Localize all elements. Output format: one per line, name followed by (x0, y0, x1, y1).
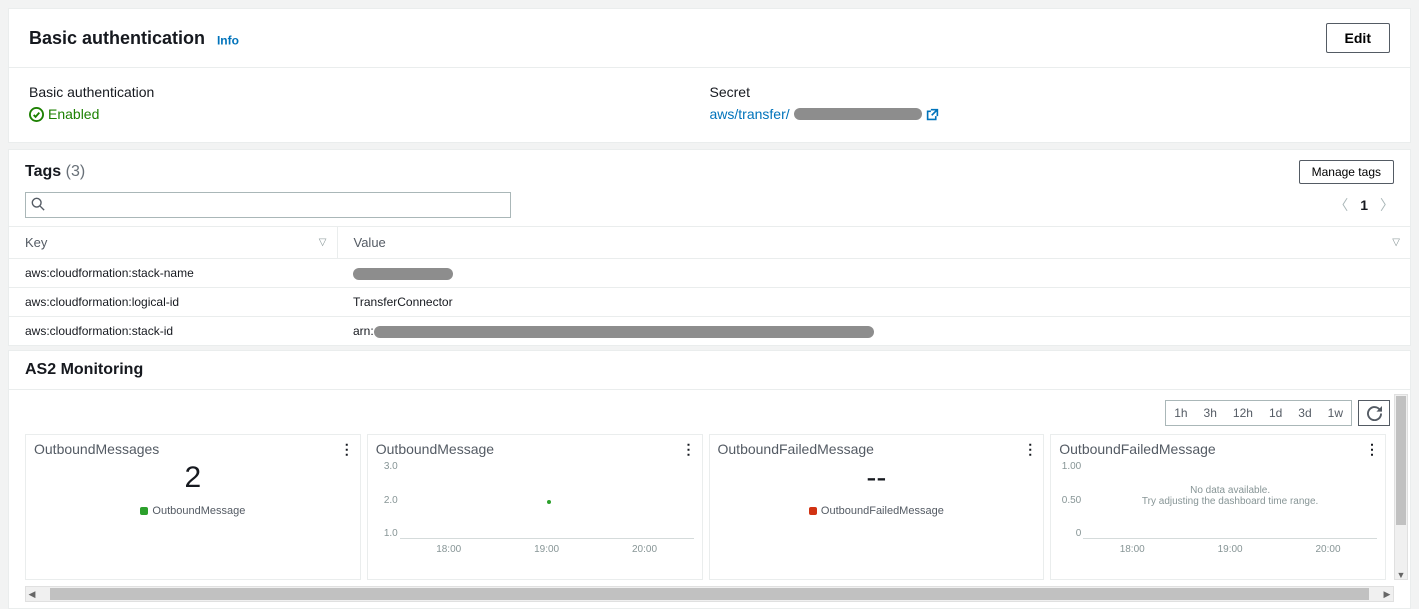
legend-label: OutboundMessage (152, 505, 245, 517)
scroll-right-icon[interactable]: ▶ (1381, 589, 1393, 600)
time-range-1d[interactable]: 1d (1261, 401, 1290, 425)
monitoring-toolbar: 1h3h12h1d3d1w (1165, 400, 1390, 426)
tag-value-cell: TransferConnector (337, 288, 1410, 317)
table-row: aws:cloudformation:logical-idTransferCon… (9, 288, 1410, 317)
chart-value: -- (718, 461, 1036, 495)
tags-search-box (25, 192, 511, 218)
scroll-down-icon[interactable]: ▼ (1395, 570, 1407, 580)
tags-title: Tags (25, 163, 61, 180)
chart-card: OutboundMessages⋮ 2 OutboundMessage (25, 434, 361, 580)
page-prev-button[interactable]: 〈 (1334, 195, 1348, 215)
secret-prefix: aws/transfer/ (710, 106, 790, 122)
tags-count: (3) (66, 163, 86, 180)
chart-legend: OutboundMessage (34, 505, 352, 517)
tags-search-input[interactable] (25, 192, 511, 218)
y-axis: 1.000.500 (1059, 461, 1081, 539)
status-enabled: Enabled (29, 106, 710, 122)
plot-area (400, 461, 694, 539)
status-text: Enabled (48, 106, 99, 122)
chart-menu-button[interactable]: ⋮ (1023, 441, 1037, 458)
tags-panel: Tags (3) Manage tags 〈 1 〉 Key ▽ Val (8, 149, 1411, 346)
col-key-header: Key (25, 235, 47, 250)
scroll-left-icon[interactable]: ◀ (26, 589, 38, 600)
tags-table: Key ▽ Value ▽ aws:cloudformation:stack-n… (9, 226, 1410, 345)
time-range-group: 1h3h12h1d3d1w (1165, 400, 1352, 426)
basic-auth-header: Basic authentication Info Edit (9, 9, 1410, 68)
tag-value-cell: arn: (337, 317, 1410, 346)
horizontal-scrollbar[interactable]: ◀ ▶ (25, 586, 1394, 602)
table-row: aws:cloudformation:stack-idarn: (9, 317, 1410, 346)
time-range-12h[interactable]: 12h (1225, 401, 1261, 425)
secret-link[interactable]: aws/transfer/ (710, 106, 939, 122)
mini-chart: 3.02.01.018:0019:0020:00 (400, 461, 694, 551)
chart-card: OutboundFailedMessage⋮ 1.000.500No data a… (1050, 434, 1386, 580)
manage-tags-button[interactable]: Manage tags (1299, 160, 1394, 184)
chart-title: OutboundMessage (376, 441, 694, 457)
y-axis: 3.02.01.0 (376, 461, 398, 539)
chart-title: OutboundFailedMessage (718, 441, 1036, 457)
chart-value: 2 (34, 461, 352, 495)
chart-legend: OutboundFailedMessage (718, 505, 1036, 517)
secret-label: Secret (710, 84, 1391, 100)
tag-key-cell: aws:cloudformation:stack-name (9, 259, 337, 288)
monitoring-title: AS2 Monitoring (9, 351, 1410, 390)
refresh-icon (1367, 406, 1382, 421)
chart-title: OutboundFailedMessage (1059, 441, 1377, 457)
chart-title: OutboundMessages (34, 441, 352, 457)
monitoring-body: 1h3h12h1d3d1w OutboundMessages⋮2Outbound… (9, 390, 1410, 608)
mini-chart: 1.000.500No data available.Try adjusting… (1083, 461, 1377, 551)
basic-auth-label: Basic authentication (29, 84, 710, 100)
time-range-1w[interactable]: 1w (1320, 401, 1351, 425)
sort-key-icon[interactable]: ▽ (319, 237, 327, 248)
info-link[interactable]: Info (217, 33, 239, 47)
x-axis: 18:0019:0020:00 (1083, 544, 1377, 555)
check-circle-icon (29, 107, 44, 122)
vertical-scrollbar[interactable]: ▲ ▼ (1394, 394, 1408, 580)
basic-auth-title: Basic authentication (29, 28, 205, 49)
tags-search-row: 〈 1 〉 (9, 188, 1410, 226)
col-value-header: Value (354, 235, 386, 250)
legend-label: OutboundFailedMessage (821, 505, 944, 517)
charts-row: OutboundMessages⋮2OutboundMessageOutboun… (25, 434, 1386, 580)
time-range-3h[interactable]: 3h (1196, 401, 1225, 425)
no-data-message: No data available.Try adjusting the dash… (1083, 485, 1377, 507)
plot-area: No data available.Try adjusting the dash… (1083, 461, 1377, 539)
legend-dot-icon (140, 507, 148, 515)
chart-card: OutboundFailedMessage⋮--OutboundFailedMe… (709, 434, 1045, 580)
monitoring-panel: AS2 Monitoring 1h3h12h1d3d1w OutboundMes… (8, 350, 1411, 609)
tag-value-cell (337, 259, 1410, 288)
scroll-thumb[interactable] (1396, 396, 1406, 525)
time-range-3d[interactable]: 3d (1290, 401, 1319, 425)
external-link-icon (926, 108, 939, 121)
data-point (547, 500, 551, 504)
redacted-value (353, 268, 453, 280)
sort-value-icon[interactable]: ▽ (1392, 237, 1400, 248)
chart-card: OutboundMessage⋮ 3.02.01.018:0019:0020:00 (367, 434, 703, 580)
legend-dot-icon (809, 507, 817, 515)
x-axis: 18:0019:0020:00 (400, 544, 694, 555)
tag-key-cell: aws:cloudformation:logical-id (9, 288, 337, 317)
search-icon (31, 197, 45, 214)
table-row: aws:cloudformation:stack-name (9, 259, 1410, 288)
tags-pagination: 〈 1 〉 (1334, 195, 1394, 215)
chart-menu-button[interactable]: ⋮ (1365, 441, 1379, 458)
time-range-1h[interactable]: 1h (1166, 401, 1195, 425)
page-current: 1 (1360, 197, 1368, 213)
edit-button[interactable]: Edit (1326, 23, 1390, 53)
secret-redacted (794, 108, 922, 120)
basic-auth-body: Basic authentication Enabled Secret aws/… (9, 68, 1410, 142)
tag-key-cell: aws:cloudformation:stack-id (9, 317, 337, 346)
refresh-button[interactable] (1358, 400, 1390, 426)
redacted-value (374, 326, 874, 338)
page-next-button[interactable]: 〉 (1380, 195, 1394, 215)
scroll-thumb-h[interactable] (50, 588, 1369, 600)
tags-header: Tags (3) Manage tags (9, 150, 1410, 188)
chart-menu-button[interactable]: ⋮ (340, 441, 354, 458)
basic-auth-panel: Basic authentication Info Edit Basic aut… (8, 8, 1411, 143)
chart-menu-button[interactable]: ⋮ (682, 441, 696, 458)
